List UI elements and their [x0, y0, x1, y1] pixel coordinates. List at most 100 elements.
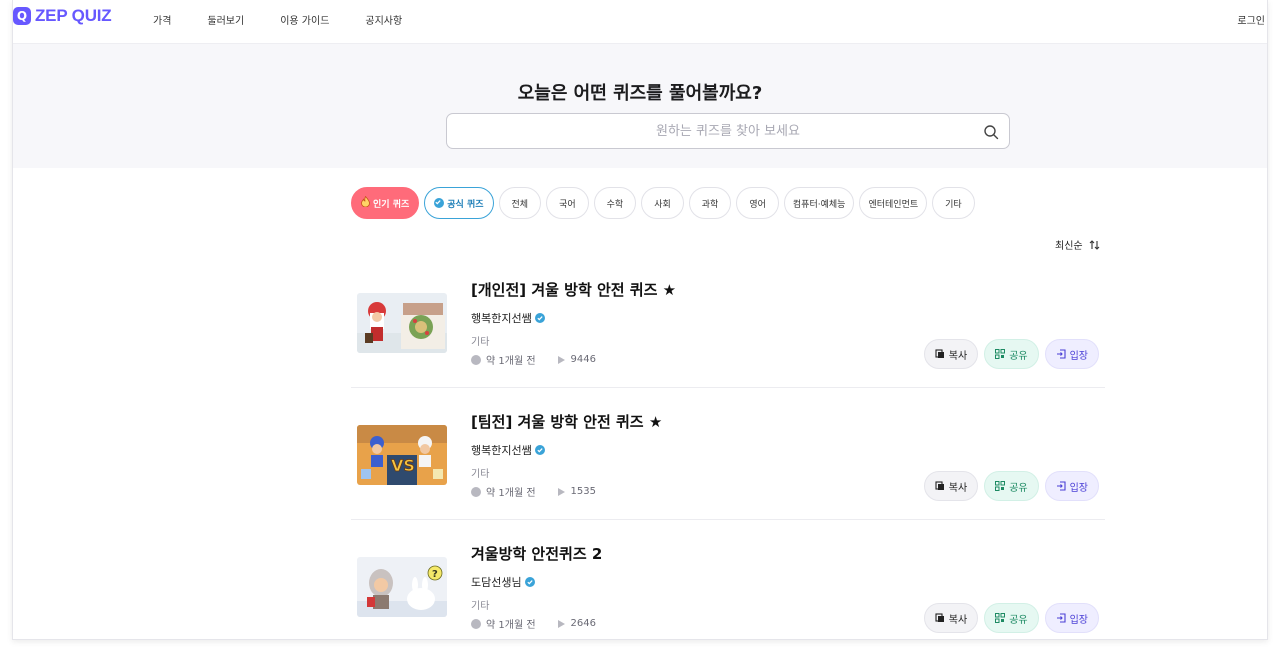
enter-label: 입장 [1069, 482, 1088, 494]
quiz-plays: 9446 [570, 354, 596, 365]
sort-toggle[interactable]: 최신순 [1055, 237, 1100, 252]
chip-computer-arts[interactable]: 컴퓨터·예체능 [783, 187, 855, 219]
chip-etc[interactable]: 기타 [932, 187, 975, 219]
quiz-plays: 1535 [570, 486, 596, 497]
share-button[interactable]: 공유 [984, 603, 1039, 633]
enter-button[interactable]: 입장 [1044, 471, 1099, 501]
quiz-time: 약 1개월 전 [486, 620, 536, 631]
play-icon [557, 619, 565, 628]
quiz-author[interactable]: 도담선생님 [471, 574, 535, 590]
quiz-category: 기타 [471, 337, 490, 348]
chip-social[interactable]: 사회 [641, 187, 684, 219]
flame-icon [361, 195, 370, 210]
quiz-time: 약 1개월 전 [486, 356, 536, 367]
chip-label: 공식 퀴즈 [447, 199, 484, 210]
quiz-meta: 약 1개월 전 2646 [471, 616, 596, 631]
chip-korean[interactable]: 국어 [546, 187, 589, 219]
quiz-actions: 복사 공유 입장 [923, 471, 1099, 501]
enter-icon [1056, 481, 1066, 491]
enter-label: 입장 [1069, 350, 1088, 362]
search-input[interactable] [447, 114, 1009, 148]
quiz-meta: 약 1개월 전 1535 [471, 484, 596, 499]
share-label: 공유 [1009, 482, 1028, 494]
share-label: 공유 [1009, 614, 1028, 626]
nav-item-notice[interactable]: 공지사항 [365, 12, 402, 27]
page-title: 오늘은 어떤 퀴즈를 풀어볼까요? [517, 83, 763, 104]
chip-science[interactable]: 과학 [688, 187, 732, 219]
enter-icon [1056, 349, 1066, 359]
author-name: 행복한지선쌤 [471, 444, 532, 457]
app-frame: Q ZEP QUIZ 가격 둘러보기 이용 가이드 공지사항 로그인 오늘은 어… [12, 0, 1268, 640]
quiz-actions: 복사 공유 입장 [923, 339, 1099, 369]
logo[interactable]: Q ZEP QUIZ [13, 6, 112, 26]
verified-icon [524, 577, 535, 587]
clock-icon [471, 618, 481, 629]
quiz-time: 약 1개월 전 [486, 488, 536, 499]
copy-label: 복사 [948, 350, 968, 362]
enter-label: 입장 [1069, 614, 1088, 626]
copy-label: 복사 [948, 614, 968, 626]
quiz-card[interactable]: [개인전] 겨울 방학 안전 퀴즈 ★ 행복한지선쌤 기타 약 1개월 전 94… [351, 256, 1105, 388]
enter-button[interactable]: 입장 [1044, 603, 1099, 633]
search-icon[interactable] [983, 124, 999, 140]
share-label: 공유 [1009, 350, 1028, 362]
enter-button[interactable]: 입장 [1044, 339, 1099, 369]
play-icon [557, 355, 565, 364]
quiz-thumbnail[interactable] [357, 293, 447, 353]
chip-math[interactable]: 수학 [593, 187, 637, 219]
chip-english[interactable]: 영어 [736, 187, 779, 219]
share-button[interactable]: 공유 [984, 471, 1039, 501]
copy-button[interactable]: 복사 [923, 339, 979, 369]
logo-text: ZEP QUIZ [35, 6, 112, 25]
svg-text:?: ? [432, 569, 438, 580]
nav-item-guide[interactable]: 이용 가이드 [280, 12, 329, 27]
quiz-thumbnail[interactable]: VS [357, 425, 447, 485]
clock-icon [471, 354, 481, 365]
verified-icon [534, 313, 545, 323]
quiz-actions: 복사 공유 입장 [923, 603, 1099, 633]
qr-icon [995, 349, 1006, 359]
quiz-title[interactable]: [개인전] 겨울 방학 안전 퀴즈 ★ [471, 279, 676, 300]
main-nav: 가격 둘러보기 이용 가이드 공지사항 [153, 12, 438, 27]
category-chips: 인기 퀴즈 공식 퀴즈 전체 국어 수학 사회 과학 영어 컴퓨터·예체능 엔터… [351, 187, 975, 219]
quiz-title[interactable]: [팀전] 겨울 방학 안전 퀴즈 ★ [471, 411, 662, 432]
top-header: Q ZEP QUIZ 가격 둘러보기 이용 가이드 공지사항 로그인 [13, 0, 1267, 44]
copy-button[interactable]: 복사 [923, 471, 979, 501]
search-box [446, 113, 1010, 149]
quiz-author[interactable]: 행복한지선쌤 [471, 310, 545, 326]
enter-icon [1056, 613, 1066, 623]
svg-text:VS: VS [391, 456, 415, 475]
login-link[interactable]: 로그인 [1237, 12, 1265, 27]
share-button[interactable]: 공유 [984, 339, 1039, 369]
quiz-category: 기타 [471, 601, 490, 612]
quiz-author[interactable]: 행복한지선쌤 [471, 442, 545, 458]
copy-icon [935, 349, 944, 358]
quiz-card[interactable]: VS [팀전] 겨울 방학 안전 퀴즈 ★ 행복한지선쌤 기타 약 1개월 전 … [351, 388, 1105, 520]
sort-label: 최신순 [1055, 241, 1083, 252]
quiz-card[interactable]: ? 겨울방학 안전퀴즈 2 도담선생님 기타 약 1개월 전 2646 복사 공… [351, 520, 1105, 639]
hero-section: 오늘은 어떤 퀴즈를 풀어볼까요? [13, 44, 1267, 168]
copy-button[interactable]: 복사 [923, 603, 979, 633]
quiz-thumbnail[interactable]: ? [357, 557, 447, 617]
verified-icon [534, 445, 545, 455]
chip-entertainment[interactable]: 엔터테인먼트 [859, 187, 928, 219]
quiz-title[interactable]: 겨울방학 안전퀴즈 2 [471, 543, 602, 564]
author-name: 행복한지선쌤 [471, 312, 532, 325]
quiz-meta: 약 1개월 전 9446 [471, 352, 596, 367]
copy-label: 복사 [948, 482, 968, 494]
copy-icon [935, 481, 944, 490]
quiz-category: 기타 [471, 469, 490, 480]
clock-icon [471, 486, 481, 497]
author-name: 도담선생님 [471, 576, 522, 589]
verified-icon [434, 198, 445, 208]
nav-item-pricing[interactable]: 가격 [153, 12, 171, 27]
qr-icon [995, 481, 1006, 491]
sort-arrows-icon [1089, 239, 1099, 250]
chip-official-quiz[interactable]: 공식 퀴즈 [424, 187, 494, 219]
chip-popular-quiz[interactable]: 인기 퀴즈 [351, 187, 420, 219]
chip-all[interactable]: 전체 [498, 187, 542, 219]
logo-icon: Q [13, 7, 31, 25]
copy-icon [935, 613, 944, 622]
chip-label: 인기 퀴즈 [373, 199, 410, 210]
nav-item-browse[interactable]: 둘러보기 [207, 12, 244, 27]
